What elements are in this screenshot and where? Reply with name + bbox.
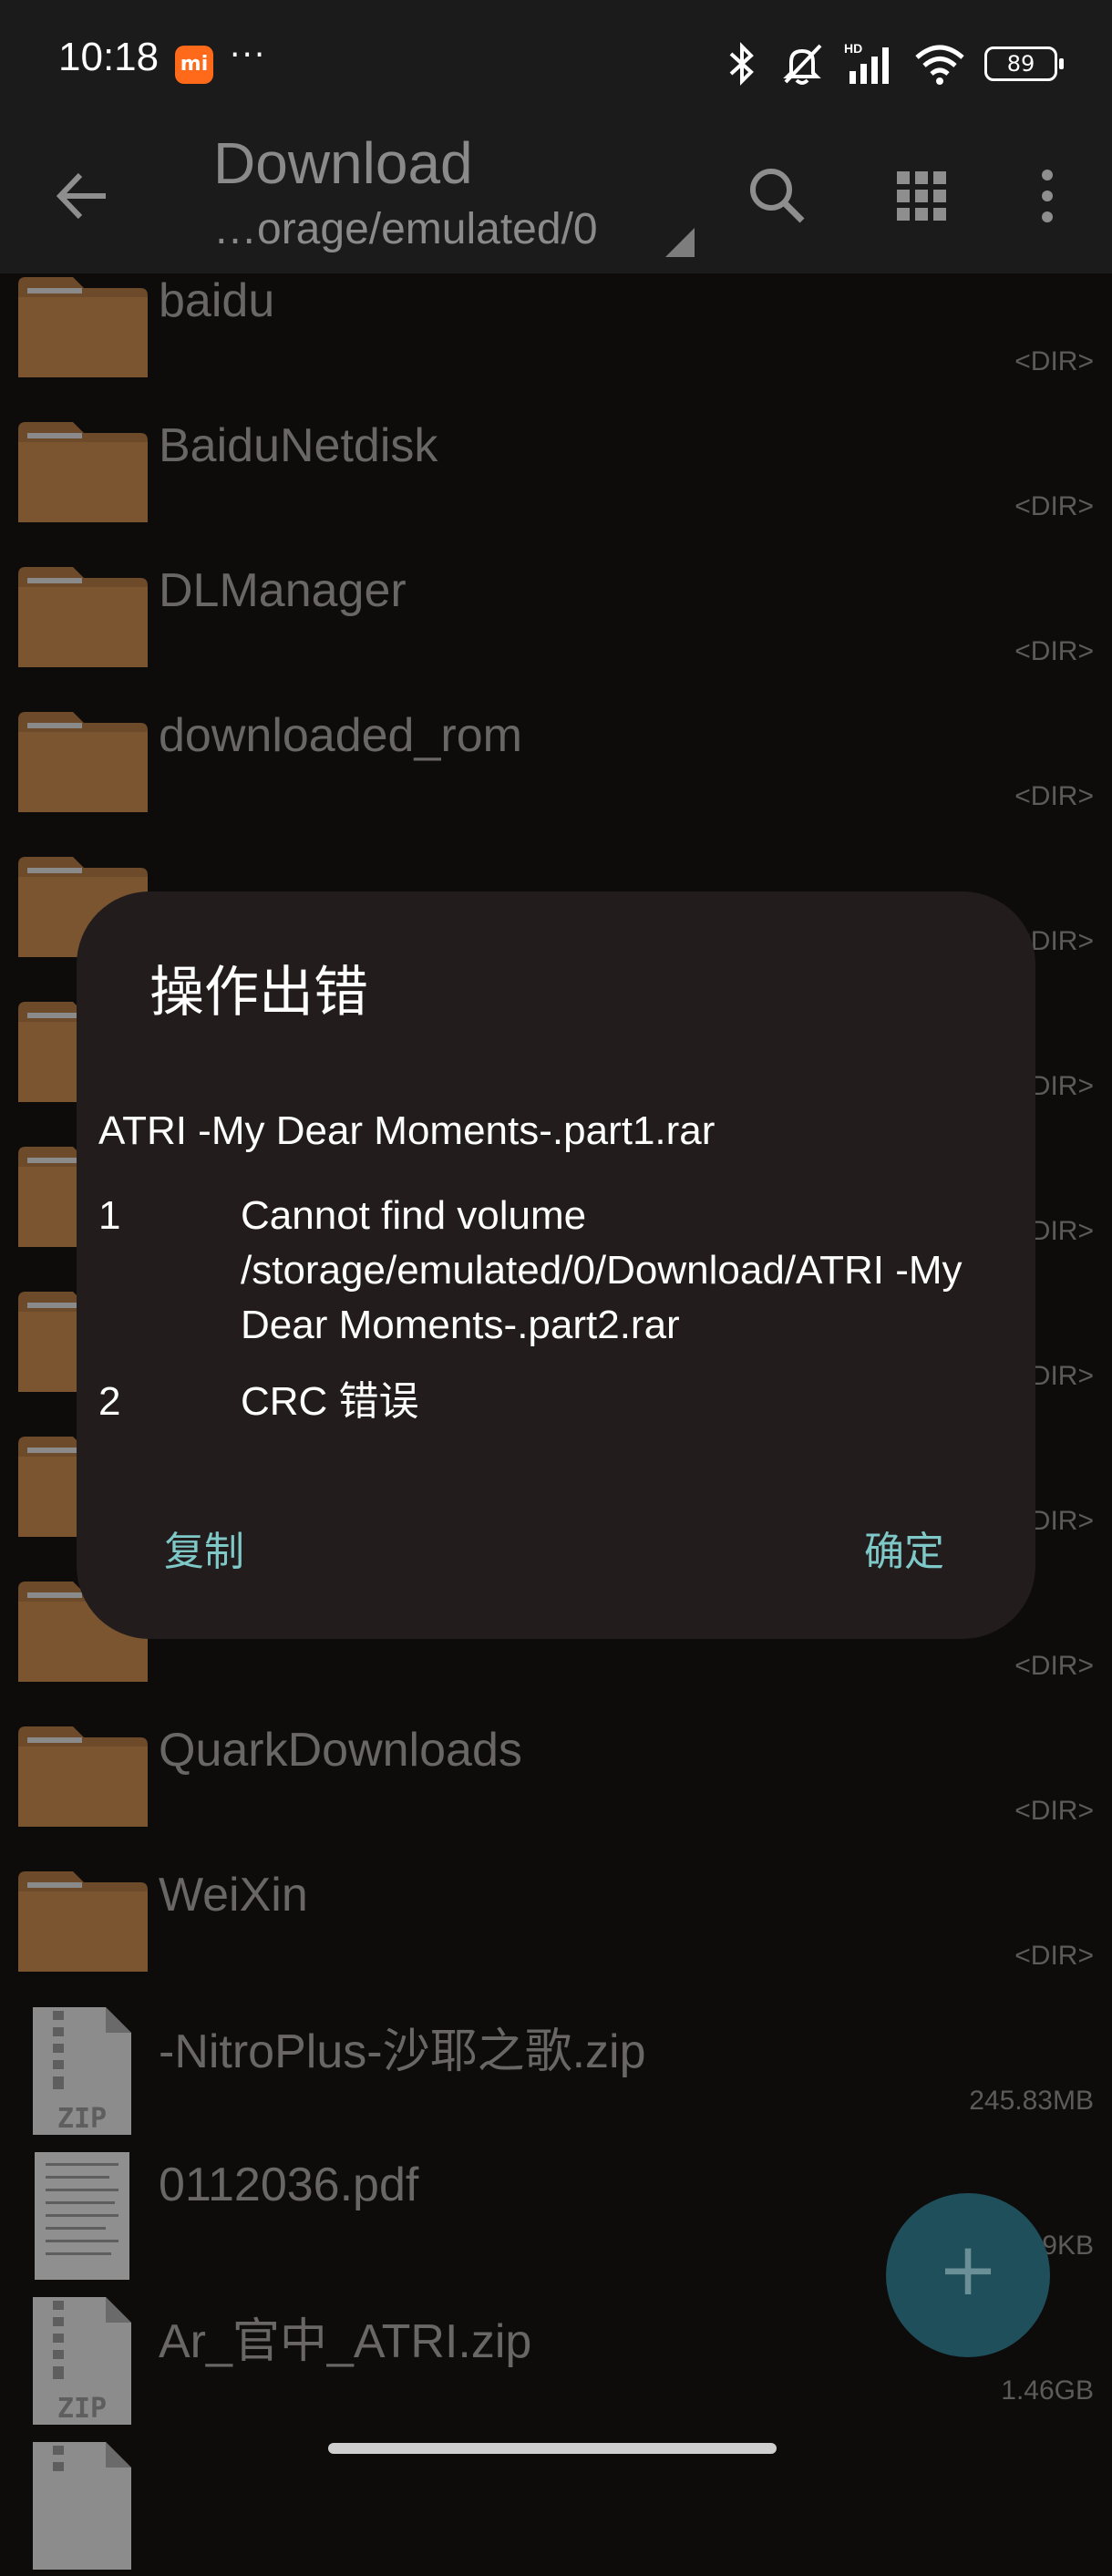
list-item[interactable]: WeiXin <DIR>	[0, 1851, 1112, 1996]
confirm-button[interactable]: 确定	[864, 1519, 944, 1577]
search-icon[interactable]	[736, 155, 819, 237]
copy-button[interactable]: 复制	[164, 1519, 244, 1577]
grid-view-icon[interactable]	[880, 155, 963, 237]
zip-file-icon: ZIP	[33, 2297, 131, 2425]
error-number: 2	[98, 1379, 121, 1424]
path-dropdown-icon[interactable]	[665, 228, 695, 257]
zip-file-icon: ZIP	[33, 2007, 131, 2135]
error-item: 1 Cannot find volume /storage/emulated/0…	[98, 1189, 1010, 1353]
mi-notification-icon: mi	[175, 46, 213, 84]
folder-title: Download	[213, 130, 473, 196]
file-meta: <DIR>	[1014, 1796, 1094, 1826]
file-meta: 1.46GB	[1001, 2375, 1094, 2406]
list-item[interactable]: baidu <DIR>	[0, 257, 1112, 402]
home-indicator[interactable]	[328, 2443, 777, 2454]
folder-path[interactable]: …orage/emulated/0	[213, 204, 598, 254]
plus-icon: +	[937, 2227, 999, 2312]
status-icons: HD 89	[724, 36, 1064, 91]
folder-icon	[18, 422, 148, 522]
svg-text:ZIP: ZIP	[57, 2103, 107, 2135]
file-name: downloaded_rom	[159, 709, 522, 762]
dialog-title: 操作出错	[149, 961, 368, 1025]
list-item[interactable]: QuarkDownloads <DIR>	[0, 1706, 1112, 1851]
more-notifications-icon: ···	[230, 36, 267, 74]
file-meta: <DIR>	[1014, 636, 1094, 666]
signal-icon: HD	[844, 41, 889, 84]
folder-icon	[18, 1726, 148, 1827]
status-time: 10:18	[58, 35, 160, 79]
folder-icon	[18, 1871, 148, 1972]
file-meta: <DIR>	[1014, 1941, 1094, 1971]
file-meta: <DIR>	[1014, 781, 1094, 811]
file-name: Ar_官中_ATRI.zip	[159, 2315, 532, 2368]
file-meta: <DIR>	[1014, 491, 1094, 521]
battery-indicator: 89	[984, 46, 1064, 81]
folder-icon	[18, 567, 148, 667]
file-meta: <DIR>	[1014, 1651, 1094, 1681]
error-message: CRC 错误	[241, 1379, 419, 1424]
status-bar: 10:18 mi ··· HD 89	[0, 0, 1112, 128]
dialog-file-name: ATRI -My Dear Moments-.part1.rar	[98, 1108, 716, 1153]
add-fab-button[interactable]: +	[886, 2193, 1050, 2357]
list-item[interactable]: DLManager <DIR>	[0, 547, 1112, 692]
bluetooth-icon	[729, 42, 754, 86]
wifi-icon	[915, 45, 964, 85]
file-name: baidu	[159, 274, 275, 327]
list-item[interactable]: ZIP -NitroPlus-沙耶之歌.zip 245.83MB	[0, 1996, 1112, 2141]
file-name: 0112036.pdf	[159, 2159, 419, 2211]
file-name: QuarkDownloads	[159, 1724, 522, 1777]
file-name: WeiXin	[159, 1869, 308, 1922]
error-message: Cannot find volume /storage/emulated/0/D…	[241, 1193, 963, 1347]
error-number: 1	[98, 1193, 121, 1238]
folder-icon	[18, 277, 148, 377]
list-item[interactable]: BaiduNetdisk <DIR>	[0, 402, 1112, 547]
error-item: 2 CRC 错误	[98, 1375, 1010, 1429]
mute-icon	[783, 44, 822, 85]
file-name: -NitroPlus-沙耶之歌.zip	[159, 2025, 646, 2078]
folder-icon	[18, 712, 148, 812]
pdf-thumbnail	[35, 2152, 129, 2280]
svg-text:ZIP: ZIP	[57, 2393, 107, 2425]
zip-file-icon	[33, 2442, 131, 2570]
back-arrow-icon[interactable]	[51, 164, 115, 228]
app-toolbar: Download …orage/emulated/0	[0, 128, 1112, 273]
overflow-menu-icon[interactable]	[1006, 155, 1088, 237]
file-name: BaiduNetdisk	[159, 419, 438, 472]
file-name: DLManager	[159, 564, 407, 617]
error-dialog: 操作出错 ATRI -My Dear Moments-.part1.rar 1 …	[77, 891, 1035, 1639]
file-meta: <DIR>	[1014, 346, 1094, 376]
file-meta: 245.83MB	[969, 2086, 1094, 2116]
list-item[interactable]: downloaded_rom <DIR>	[0, 692, 1112, 837]
svg-text:HD: HD	[844, 41, 862, 56]
